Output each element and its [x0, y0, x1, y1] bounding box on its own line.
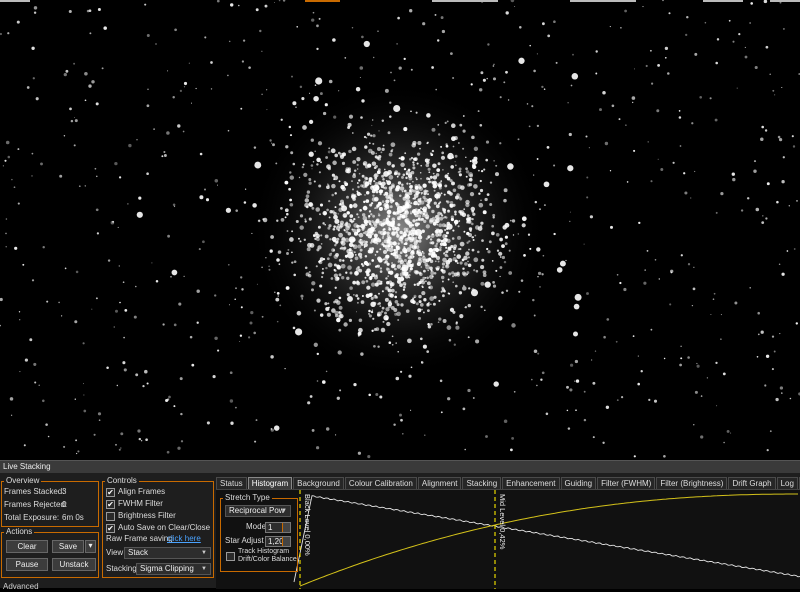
tab-filter-fwhm[interactable]: Filter (FWHM) — [597, 477, 656, 489]
total-exposure-label: Total Exposure: — [4, 513, 60, 522]
tab-background[interactable]: Background — [293, 477, 344, 489]
chevron-down-icon: ▼ — [281, 508, 287, 514]
histogram-curve — [293, 495, 800, 583]
stacking-select-value: Sigma Clipping — [140, 564, 194, 573]
view-select-value: Stack — [128, 548, 149, 557]
tab-colour-calibration[interactable]: Colour Calibration — [344, 477, 417, 489]
advanced-section-label[interactable]: Advanced — [3, 582, 39, 592]
top-edge-mark — [703, 0, 743, 2]
live-stacking-panel: Live Stacking Overview Frames Stacked: 3… — [0, 460, 800, 591]
save-button[interactable]: Save — [52, 540, 84, 553]
stretch-type-value: Reciprocal Pow — [229, 506, 285, 515]
tab-drift-graph[interactable]: Drift Graph — [728, 477, 776, 489]
view-select[interactable]: Stack ▼ — [124, 547, 211, 559]
tab-enhancement[interactable]: Enhancement — [502, 477, 560, 489]
stacking-label: Stacking — [106, 564, 137, 573]
frames-rejected-label: Frames Rejected: — [4, 500, 68, 509]
track-histogram-label: Track Histogram — [238, 548, 290, 555]
black-level-label: Black Level 0,00% — [303, 494, 312, 556]
controls-title: Controls — [105, 476, 139, 486]
tab-guiding[interactable]: Guiding — [560, 477, 597, 489]
mode-label: Mode — [246, 522, 267, 531]
tab-log[interactable]: Log — [776, 477, 798, 489]
chevron-down-icon: ▼ — [201, 566, 207, 572]
mode-value: 1 — [268, 523, 273, 532]
checkbox-brightness-filter[interactable] — [106, 512, 115, 521]
stretch-curve — [299, 493, 798, 587]
panel-title: Live Stacking — [0, 461, 800, 473]
top-edge-mark — [770, 0, 800, 2]
checkbox-label: Align Frames — [118, 487, 166, 496]
chevron-down-icon: ▾ — [88, 541, 93, 550]
histogram-chart[interactable]: Black Level 0,00% Mid Level 0,42% — [216, 490, 800, 589]
raw-frame-link[interactable]: click here — [167, 534, 201, 544]
unstack-button[interactable]: Unstack — [52, 558, 96, 571]
track-histogram-checkbox[interactable] — [226, 552, 235, 561]
checkbox-align-frames[interactable]: ✔ — [106, 488, 115, 497]
histogram-panel: Black Level 0,00% Mid Level 0,42% Stretch… — [216, 489, 800, 589]
star-adjust-label: Star Adjust — [225, 536, 264, 545]
checkbox-label: FWHM Filter — [118, 499, 163, 508]
save-dropdown-button[interactable]: ▾ — [85, 540, 96, 553]
tab-status[interactable]: Status — [216, 477, 247, 489]
tab-filter-brightness[interactable]: Filter (Brightness) — [656, 477, 728, 489]
top-edge-mark — [432, 0, 498, 2]
overview-title: Overview — [4, 476, 42, 486]
actions-title: Actions — [4, 527, 35, 537]
spinner-arrows-icon[interactable] — [282, 537, 290, 546]
checkbox-label: Brightness Filter — [118, 511, 176, 520]
star-adjust-spinner[interactable]: 1,20 — [265, 536, 291, 547]
stacked-image-viewer[interactable] — [0, 0, 800, 460]
clear-button[interactable]: Clear — [6, 540, 48, 553]
drift-color-balance-label: Drift/Color Balance — [238, 556, 297, 563]
tab-bar: Status Histogram Background Colour Calibrat… — [216, 477, 800, 489]
actions-group: Actions Clear Save ▾ Pause Unstack — [1, 527, 99, 578]
view-label: View — [106, 548, 124, 557]
total-exposure-value: 6m 0s — [62, 513, 84, 522]
stretch-type-group: Stretch Type Reciprocal Pow ▼ Mode 1 Sta… — [220, 493, 298, 572]
frames-stacked-label: Frames Stacked: — [4, 487, 65, 496]
top-edge-mark — [305, 0, 340, 2]
raw-frame-label: Raw Frame saving — [106, 534, 173, 543]
overview-group: Overview Frames Stacked: 3 Frames Reject… — [1, 476, 99, 527]
checkbox-auto-save-on-clear-close[interactable]: ✔ — [106, 524, 115, 533]
tab-histogram[interactable]: Histogram — [247, 477, 293, 489]
tab-alignment[interactable]: Alignment — [417, 477, 462, 489]
top-edge-mark — [0, 0, 30, 2]
mode-spinner[interactable]: 1 — [265, 522, 291, 533]
mid-level-label: Mid Level 0,42% — [498, 494, 507, 550]
checkbox-label: Auto Save on Clear/Close — [118, 523, 211, 532]
stacking-select[interactable]: Sigma Clipping ▼ — [136, 563, 211, 575]
stretch-type-title: Stretch Type — [223, 493, 272, 503]
checkbox-fwhm-filter[interactable]: ✔ — [106, 500, 115, 509]
frames-stacked-value: 3 — [62, 487, 67, 496]
frames-rejected-value: 0 — [62, 500, 67, 509]
globular-cluster-image — [0, 0, 800, 460]
stretch-type-select[interactable]: Reciprocal Pow ▼ — [225, 505, 291, 517]
spinner-arrows-icon[interactable] — [282, 523, 290, 532]
controls-group: Controls ✔ Align Frames ✔ FWHM Filter Bright… — [102, 476, 214, 578]
tab-stacking[interactable]: Stacking — [462, 477, 502, 489]
top-edge-mark — [570, 0, 636, 2]
chevron-down-icon: ▼ — [201, 550, 207, 556]
pause-button[interactable]: Pause — [6, 558, 48, 571]
